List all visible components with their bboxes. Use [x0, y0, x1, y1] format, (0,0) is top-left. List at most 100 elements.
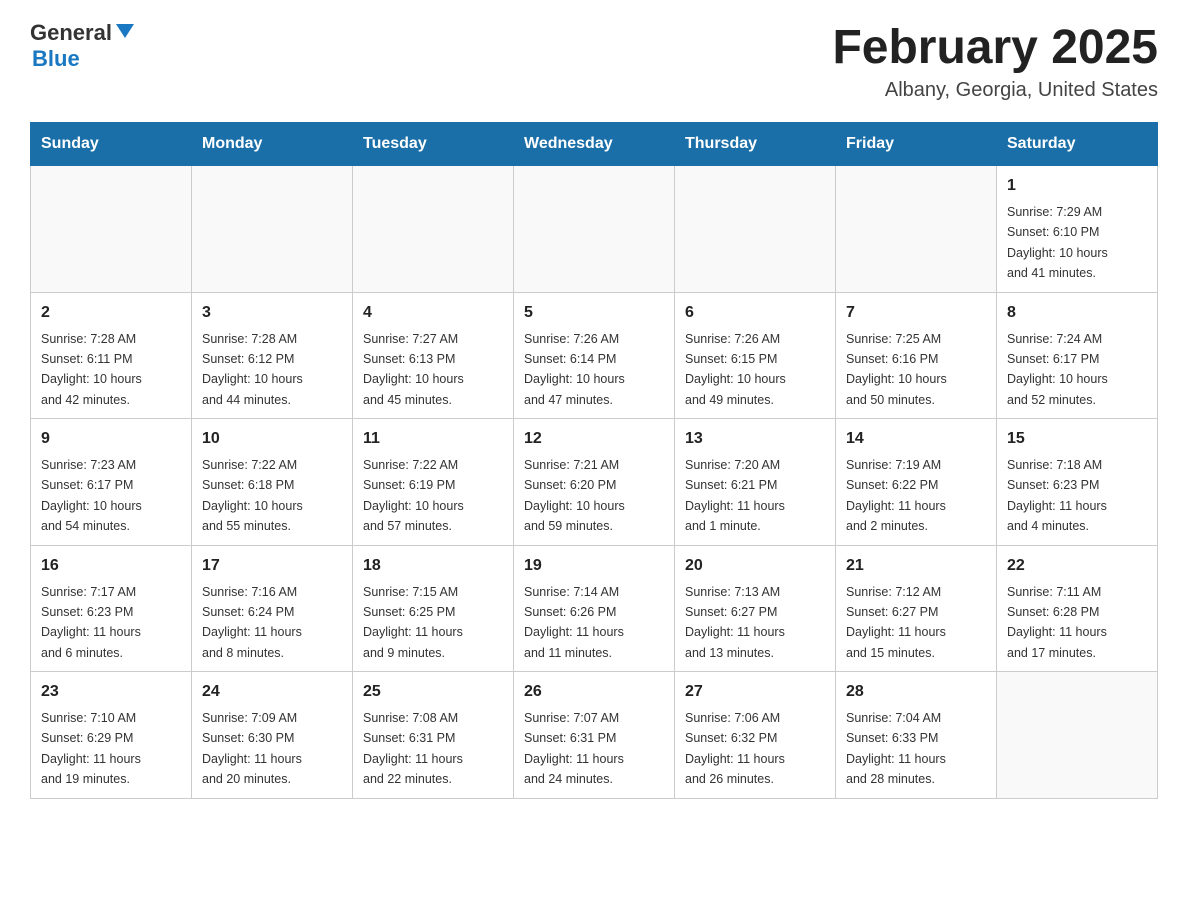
day-number: 23 — [41, 680, 181, 704]
day-number: 20 — [685, 554, 825, 578]
calendar-day-cell: 3Sunrise: 7:28 AM Sunset: 6:12 PM Daylig… — [192, 292, 353, 419]
day-info: Sunrise: 7:29 AM Sunset: 6:10 PM Dayligh… — [1007, 205, 1108, 280]
day-info: Sunrise: 7:23 AM Sunset: 6:17 PM Dayligh… — [41, 458, 142, 533]
day-number: 5 — [524, 301, 664, 325]
logo: General Blue — [30, 20, 134, 72]
calendar-header-row: SundayMondayTuesdayWednesdayThursdayFrid… — [31, 123, 1158, 166]
day-info: Sunrise: 7:06 AM Sunset: 6:32 PM Dayligh… — [685, 711, 785, 786]
calendar-day-cell — [514, 166, 675, 293]
day-number: 10 — [202, 427, 342, 451]
day-info: Sunrise: 7:08 AM Sunset: 6:31 PM Dayligh… — [363, 711, 463, 786]
calendar-day-cell: 21 Sunrise: 7:12 AM Sunset: 6:27 PM Dayli… — [836, 545, 997, 672]
title-section: February 2025 Albany, Georgia, United St… — [832, 20, 1158, 102]
day-number: 17 — [202, 554, 342, 578]
day-info: Sunrise: 7:22 AM Sunset: 6:18 PM Dayligh… — [202, 458, 303, 533]
calendar-table: SundayMondayTuesdayWednesdayThursdayFrid… — [30, 122, 1158, 799]
day-number: 14 — [846, 427, 986, 451]
calendar-day-cell: 2Sunrise: 7:28 AM Sunset: 6:11 PM Daylig… — [31, 292, 192, 419]
day-number: 18 — [363, 554, 503, 578]
calendar-day-cell — [675, 166, 836, 293]
calendar-day-cell: 14 Sunrise: 7:19 AM Sunset: 6:22 PM Dayli… — [836, 419, 997, 546]
calendar-day-cell: 24 Sunrise: 7:09 AM Sunset: 6:30 PM Dayli… — [192, 672, 353, 799]
calendar-week-row: 2Sunrise: 7:28 AM Sunset: 6:11 PM Daylig… — [31, 292, 1158, 419]
day-info: Sunrise: 7:04 AM Sunset: 6:33 PM Dayligh… — [846, 711, 946, 786]
calendar-day-cell: 7 Sunrise: 7:25 AM Sunset: 6:16 PM Daylig… — [836, 292, 997, 419]
calendar-day-cell: 22 Sunrise: 7:11 AM Sunset: 6:28 PM Dayli… — [997, 545, 1158, 672]
calendar-day-cell: 16 Sunrise: 7:17 AM Sunset: 6:23 PM Dayli… — [31, 545, 192, 672]
location-title: Albany, Georgia, United States — [832, 79, 1158, 102]
day-number: 2 — [41, 301, 181, 325]
calendar-week-row: 16 Sunrise: 7:17 AM Sunset: 6:23 PM Dayli… — [31, 545, 1158, 672]
calendar-day-cell: 11Sunrise: 7:22 AM Sunset: 6:19 PM Dayli… — [353, 419, 514, 546]
month-title: February 2025 — [832, 20, 1158, 75]
calendar-week-row: 23 Sunrise: 7:10 AM Sunset: 6:29 PM Dayli… — [31, 672, 1158, 799]
day-info: Sunrise: 7:13 AM Sunset: 6:27 PM Dayligh… — [685, 585, 785, 660]
calendar-day-cell: 13 Sunrise: 7:20 AM Sunset: 6:21 PM Dayli… — [675, 419, 836, 546]
day-info: Sunrise: 7:26 AM Sunset: 6:14 PM Dayligh… — [524, 332, 625, 407]
calendar-day-header: Thursday — [675, 123, 836, 166]
calendar-day-cell: 4 Sunrise: 7:27 AM Sunset: 6:13 PM Daylig… — [353, 292, 514, 419]
day-number: 13 — [685, 427, 825, 451]
day-number: 21 — [846, 554, 986, 578]
day-number: 25 — [363, 680, 503, 704]
day-info: Sunrise: 7:20 AM Sunset: 6:21 PM Dayligh… — [685, 458, 785, 533]
day-info: Sunrise: 7:19 AM Sunset: 6:22 PM Dayligh… — [846, 458, 946, 533]
calendar-day-cell: 18 Sunrise: 7:15 AM Sunset: 6:25 PM Dayli… — [353, 545, 514, 672]
day-info: Sunrise: 7:12 AM Sunset: 6:27 PM Dayligh… — [846, 585, 946, 660]
calendar-day-cell: 10 Sunrise: 7:22 AM Sunset: 6:18 PM Dayli… — [192, 419, 353, 546]
day-info: Sunrise: 7:17 AM Sunset: 6:23 PM Dayligh… — [41, 585, 141, 660]
day-number: 9 — [41, 427, 181, 451]
day-info: Sunrise: 7:25 AM Sunset: 6:16 PM Dayligh… — [846, 332, 947, 407]
day-info: Sunrise: 7:11 AM Sunset: 6:28 PM Dayligh… — [1007, 585, 1107, 660]
day-info: Sunrise: 7:28 AM Sunset: 6:12 PM Dayligh… — [202, 332, 303, 407]
day-number: 4 — [363, 301, 503, 325]
calendar-day-cell — [836, 166, 997, 293]
calendar-day-cell: 20 Sunrise: 7:13 AM Sunset: 6:27 PM Dayli… — [675, 545, 836, 672]
day-number: 27 — [685, 680, 825, 704]
calendar-day-cell — [192, 166, 353, 293]
calendar-week-row: 9 Sunrise: 7:23 AM Sunset: 6:17 PM Daylig… — [31, 419, 1158, 546]
calendar-day-cell: 23 Sunrise: 7:10 AM Sunset: 6:29 PM Dayli… — [31, 672, 192, 799]
calendar-day-header: Tuesday — [353, 123, 514, 166]
calendar-day-cell: 6Sunrise: 7:26 AM Sunset: 6:15 PM Daylig… — [675, 292, 836, 419]
calendar-day-cell: 9 Sunrise: 7:23 AM Sunset: 6:17 PM Daylig… — [31, 419, 192, 546]
day-info: Sunrise: 7:07 AM Sunset: 6:31 PM Dayligh… — [524, 711, 624, 786]
day-info: Sunrise: 7:22 AM Sunset: 6:19 PM Dayligh… — [363, 458, 464, 533]
calendar-day-cell: 17Sunrise: 7:16 AM Sunset: 6:24 PM Dayli… — [192, 545, 353, 672]
calendar-day-cell: 27 Sunrise: 7:06 AM Sunset: 6:32 PM Dayli… — [675, 672, 836, 799]
day-number: 22 — [1007, 554, 1147, 578]
calendar-day-cell — [31, 166, 192, 293]
day-info: Sunrise: 7:27 AM Sunset: 6:13 PM Dayligh… — [363, 332, 464, 407]
day-number: 15 — [1007, 427, 1147, 451]
page-header: General Blue February 2025 Albany, Georg… — [30, 20, 1158, 102]
day-info: Sunrise: 7:21 AM Sunset: 6:20 PM Dayligh… — [524, 458, 625, 533]
day-number: 19 — [524, 554, 664, 578]
logo-arrow-icon — [116, 24, 134, 43]
calendar-day-cell: 19 Sunrise: 7:14 AM Sunset: 6:26 PM Dayli… — [514, 545, 675, 672]
calendar-day-cell: 25 Sunrise: 7:08 AM Sunset: 6:31 PM Dayli… — [353, 672, 514, 799]
day-number: 24 — [202, 680, 342, 704]
day-info: Sunrise: 7:10 AM Sunset: 6:29 PM Dayligh… — [41, 711, 141, 786]
calendar-day-cell: 26 Sunrise: 7:07 AM Sunset: 6:31 PM Dayli… — [514, 672, 675, 799]
day-number: 8 — [1007, 301, 1147, 325]
calendar-day-header: Wednesday — [514, 123, 675, 166]
calendar-day-header: Sunday — [31, 123, 192, 166]
calendar-day-cell: 1Sunrise: 7:29 AM Sunset: 6:10 PM Daylig… — [997, 166, 1158, 293]
calendar-week-row: 1Sunrise: 7:29 AM Sunset: 6:10 PM Daylig… — [31, 166, 1158, 293]
day-number: 12 — [524, 427, 664, 451]
calendar-day-header: Monday — [192, 123, 353, 166]
day-info: Sunrise: 7:09 AM Sunset: 6:30 PM Dayligh… — [202, 711, 302, 786]
day-number: 7 — [846, 301, 986, 325]
day-info: Sunrise: 7:18 AM Sunset: 6:23 PM Dayligh… — [1007, 458, 1107, 533]
day-number: 26 — [524, 680, 664, 704]
day-number: 28 — [846, 680, 986, 704]
day-number: 6 — [685, 301, 825, 325]
day-info: Sunrise: 7:24 AM Sunset: 6:17 PM Dayligh… — [1007, 332, 1108, 407]
calendar-day-cell — [353, 166, 514, 293]
day-info: Sunrise: 7:14 AM Sunset: 6:26 PM Dayligh… — [524, 585, 624, 660]
day-number: 16 — [41, 554, 181, 578]
day-info: Sunrise: 7:15 AM Sunset: 6:25 PM Dayligh… — [363, 585, 463, 660]
logo-general-text: General — [30, 20, 112, 46]
logo-blue-text: Blue — [32, 46, 80, 71]
calendar-day-cell: 28 Sunrise: 7:04 AM Sunset: 6:33 PM Dayli… — [836, 672, 997, 799]
